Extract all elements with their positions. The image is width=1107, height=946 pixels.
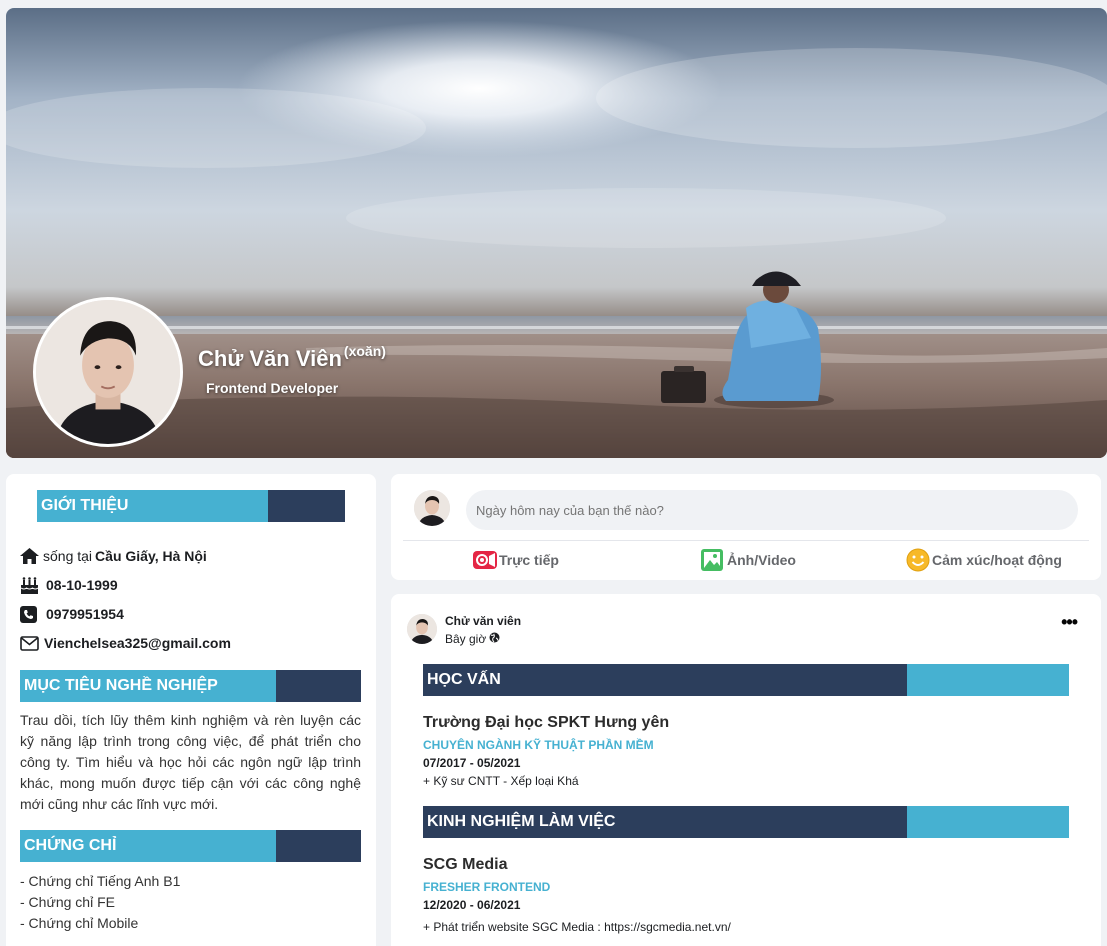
- email-row: Vienchelsea325@gmail.com: [20, 634, 231, 652]
- live-video-icon: [473, 551, 497, 569]
- career-goal-header-accent: [276, 670, 361, 702]
- education-header: HỌC VẤN: [423, 664, 1069, 696]
- status-input[interactable]: [466, 490, 1078, 530]
- certificate-item: - Chứng chỉ Tiếng Anh B1: [20, 873, 181, 889]
- career-goal-header: MỤC TIÊU NGHỀ NGHIỆP: [20, 670, 361, 702]
- location-value: Cầu Giấy, Hà Nội: [95, 548, 207, 564]
- photo-icon: [701, 549, 723, 571]
- certificates-header: CHỨNG CHỈ: [20, 830, 361, 862]
- education-header-accent: [907, 664, 1069, 696]
- birthday-value: 08-10-1999: [46, 577, 118, 593]
- profile-avatar[interactable]: [33, 297, 183, 447]
- post-time-text: Bây giờ: [445, 632, 487, 646]
- education-period: 07/2017 - 05/2021: [423, 756, 521, 770]
- photo-video-button[interactable]: Ảnh/Video: [701, 548, 796, 572]
- intro-header: GIỚI THIỆU: [37, 490, 345, 522]
- live-video-label: Trực tiếp: [499, 552, 559, 568]
- feeling-activity-button[interactable]: Cảm xúc/hoạt động: [906, 548, 1062, 572]
- composer-avatar-photo: [414, 490, 450, 526]
- certificates-header-accent: [276, 830, 361, 862]
- photo-video-label: Ảnh/Video: [727, 552, 796, 568]
- intro-card: GIỚI THIỆU sống tại Cầu Giấy, Hà Nội 08-…: [6, 474, 376, 946]
- experience-title: KINH NGHIỆM LÀM VIỆC: [423, 806, 907, 838]
- career-goal-text: Trau dồi, tích lũy thêm kinh nghiệm và r…: [20, 712, 361, 812]
- experience-task-link[interactable]: https://sgcmedia.net.vn/: [604, 920, 731, 934]
- experience-header-accent: [907, 806, 1069, 838]
- intro-header-accent: [268, 490, 345, 522]
- location-row: sống tại Cầu Giấy, Hà Nội: [20, 547, 207, 565]
- education-major: CHUYÊN NGÀNH KỸ THUẬT PHẦN MỀM: [423, 738, 654, 752]
- phone-icon: [20, 605, 40, 623]
- home-icon: [20, 547, 40, 565]
- profile-name: Chử Văn Viên (xoăn): [198, 343, 386, 372]
- post-more-button[interactable]: •••: [1061, 612, 1078, 633]
- profile-name-text: Chử Văn Viên: [198, 346, 342, 371]
- experience-company: SCG Media: [423, 856, 508, 873]
- location-prefix: sống tại: [43, 548, 93, 564]
- globe-icon: [489, 632, 500, 646]
- resume-post: Chử văn viên Bây giờ ••• HỌC VẤN Trường …: [391, 594, 1101, 946]
- cover-photo: Chử Văn Viên (xoăn) Frontend Developer: [6, 8, 1107, 458]
- intro-title: GIỚI THIỆU: [37, 490, 268, 522]
- experience-task-text: + Phát triển website SGC Media :: [423, 920, 601, 934]
- post-composer: Trực tiếp Ảnh/Video Cảm xúc/hoạt động: [391, 474, 1101, 580]
- avatar-photo: [36, 300, 180, 444]
- certificate-item: - Chứng chỉ Mobile: [20, 915, 139, 931]
- profile-role: Frontend Developer: [206, 380, 339, 396]
- experience-task: + Phát triển website SGC Media : https:/…: [423, 920, 731, 934]
- education-note: + Kỹ sư CNTT - Xếp loại Khá: [423, 774, 579, 788]
- email-value: Vienchelsea325@gmail.com: [44, 635, 231, 651]
- envelope-icon: [20, 634, 40, 652]
- certificate-item: - Chứng chỉ FE: [20, 894, 115, 910]
- feeling-activity-label: Cảm xúc/hoạt động: [932, 552, 1062, 568]
- composer-divider: [403, 540, 1089, 541]
- post-timestamp: Bây giờ: [445, 632, 500, 646]
- education-school: Trường Đại học SPKT Hưng yên: [423, 714, 670, 731]
- phone-value: 0979951954: [46, 606, 124, 622]
- phone-row: 0979951954: [20, 605, 124, 623]
- certificates-title: CHỨNG CHỈ: [20, 830, 276, 862]
- profile-nickname: (xoăn): [343, 343, 386, 359]
- post-author-avatar[interactable]: [407, 614, 437, 644]
- post-avatar-photo: [407, 614, 437, 644]
- career-goal-title: MỤC TIÊU NGHỀ NGHIỆP: [20, 670, 276, 702]
- post-author-name[interactable]: Chử văn viên: [445, 614, 521, 628]
- experience-period: 12/2020 - 06/2021: [423, 898, 521, 912]
- education-title: HỌC VẤN: [423, 664, 907, 696]
- smiley-icon: [906, 548, 930, 572]
- birthday-cake-icon: [20, 576, 40, 594]
- composer-avatar[interactable]: [414, 490, 450, 526]
- experience-header: KINH NGHIỆM LÀM VIỆC: [423, 806, 1069, 838]
- experience-position: FRESHER FRONTEND: [423, 880, 551, 894]
- birthday-row: 08-10-1999: [20, 576, 118, 594]
- live-video-button[interactable]: Trực tiếp: [473, 548, 559, 572]
